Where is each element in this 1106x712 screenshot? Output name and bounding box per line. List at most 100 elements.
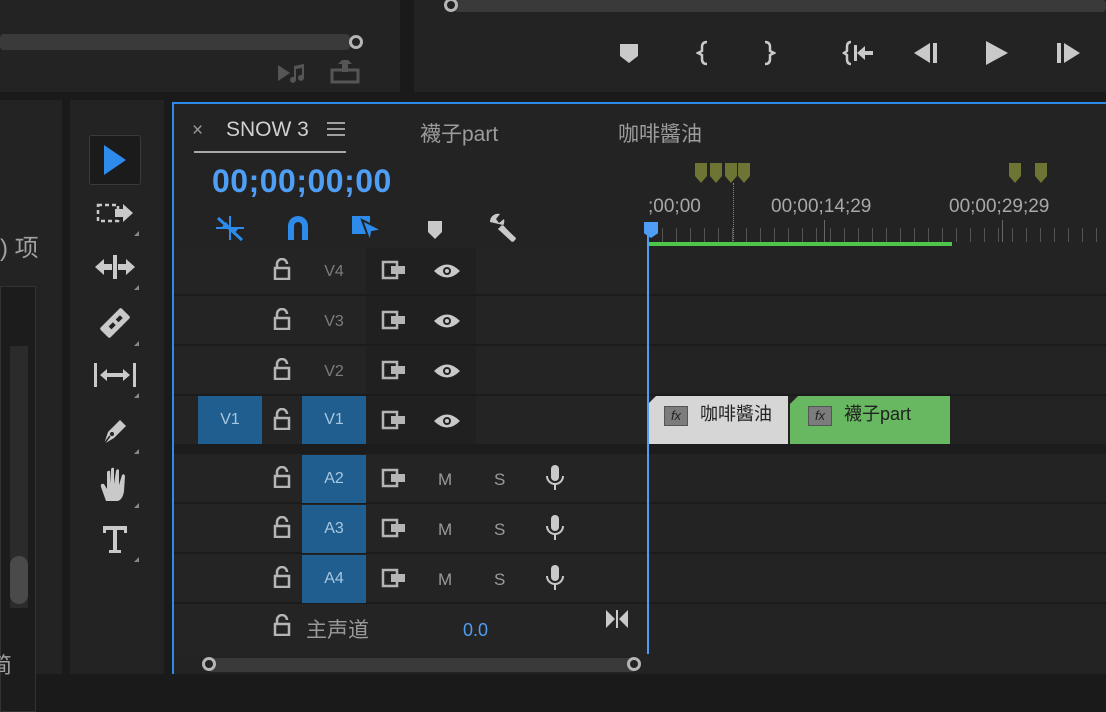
tab-coffee-soy[interactable]: 咖啡醬油 [618,118,702,148]
solo-button[interactable]: S [494,570,505,590]
lock-icon[interactable] [272,465,292,493]
slip-tool[interactable] [89,350,141,400]
close-tab-button[interactable]: × [192,120,203,142]
bottom-fragment: 简 [0,653,13,678]
insert-icon[interactable] [276,62,308,84]
clip-edge-mark [790,396,798,404]
lock-icon[interactable] [272,407,292,435]
lock-icon[interactable] [272,613,292,641]
lock-icon[interactable] [272,307,292,335]
selection-icon [104,145,126,175]
mute-button[interactable]: M [438,470,452,490]
eye-icon[interactable] [433,312,461,335]
source-scroll-handle[interactable] [349,35,363,49]
track-select-tool[interactable] [89,188,141,238]
snap-icon[interactable] [284,214,312,242]
track-target-a3[interactable]: A3 [302,505,366,553]
sync-lock-icon[interactable] [381,410,407,435]
mark-out-icon[interactable] [760,40,776,66]
fx-badge: fx [808,406,832,426]
type-tool[interactable] [89,514,141,564]
ripple-edit-tool[interactable] [89,242,141,292]
timeline-zoom-end-handle[interactable] [627,657,641,671]
sync-lock-icon[interactable] [381,260,407,285]
marker-guide [733,183,734,243]
clip-edge-mark [648,396,656,404]
step-forward-icon[interactable] [1054,42,1082,64]
type-icon [103,526,127,553]
ruler-major-tick [824,220,825,242]
razor-icon [100,308,130,338]
track-target-v2[interactable]: V2 [302,348,366,396]
linked-selection-icon[interactable] [350,212,384,244]
overwrite-icon[interactable] [330,60,362,84]
ruler-label-2: 00;00;29;29 [949,196,1050,217]
clip-label: 咖啡醬油 [700,404,772,424]
go-to-in-icon[interactable] [842,40,874,66]
tab-socks-part[interactable]: 襪子part [420,118,498,148]
track-target-v4[interactable]: V4 [302,248,366,296]
sync-lock-icon[interactable] [381,568,407,593]
source-scroll-track[interactable] [0,34,350,50]
work-area-bar[interactable] [648,242,952,246]
eye-icon[interactable] [433,412,461,435]
mute-button[interactable]: M [438,520,452,540]
razor-tool[interactable] [89,298,141,348]
pen-tool[interactable] [89,406,141,456]
project-panel: ) 项 简 [0,100,62,712]
nest-sequence-icon[interactable] [214,214,246,242]
playhead-line[interactable] [647,230,649,654]
video-audio-divider[interactable] [174,444,1106,454]
slip-icon [94,363,136,387]
clip-socks-part[interactable]: fx 襪子part [790,396,950,444]
lock-icon[interactable] [272,565,292,593]
solo-button[interactable]: S [494,520,505,540]
sync-lock-icon[interactable] [381,468,407,493]
ruler-major-tick [1002,220,1003,242]
clip-label: 襪子part [844,404,912,424]
sync-lock-icon[interactable] [381,360,407,385]
tab-snow-3[interactable]: SNOW 3 [226,118,309,142]
clip-coffee-soy[interactable]: fx 咖啡醬油 [648,396,788,444]
time-ruler[interactable] [648,228,1106,242]
hand-tool[interactable] [89,460,141,510]
microphone-icon[interactable] [545,514,565,547]
sync-lock-icon[interactable] [381,518,407,543]
eye-icon[interactable] [433,362,461,385]
wrench-icon[interactable] [486,212,518,244]
sync-lock-icon[interactable] [381,310,407,335]
lock-icon[interactable] [272,357,292,385]
add-marker-icon[interactable] [618,42,640,64]
microphone-icon[interactable] [545,564,565,597]
track-select-icon [96,203,133,223]
fx-badge: fx [664,406,688,426]
play-icon[interactable] [984,40,1010,66]
lock-icon[interactable] [272,515,292,543]
timeline-zoom-start-handle[interactable] [202,657,216,671]
track-target-v1[interactable]: V1 [302,396,366,444]
ruler-label-0: ;00;00 [648,196,701,217]
track-target-a4[interactable]: A4 [302,555,366,603]
playhead-timecode[interactable]: 00;00;00;00 [212,163,392,200]
add-marker-timeline-icon[interactable] [427,220,443,240]
tab-menu-icon[interactable] [327,122,345,136]
project-list-scroll-thumb[interactable] [10,556,28,604]
step-back-icon[interactable] [912,42,940,64]
microphone-icon[interactable] [545,464,565,497]
lock-icon[interactable] [272,257,292,285]
mute-button[interactable]: M [438,570,452,590]
program-scroll-track[interactable] [454,0,1106,12]
track-target-v3[interactable]: V3 [302,298,366,346]
eye-icon[interactable] [433,262,461,285]
solo-button[interactable]: S [494,470,505,490]
master-volume-value[interactable]: 0.0 [463,620,488,641]
source-patch-v1[interactable]: V1 [198,396,262,444]
selection-tool[interactable] [89,135,141,185]
timeline-zoom-track[interactable] [208,658,636,672]
ripple-edit-icon [95,255,135,279]
item-count-label: ) 项 [0,235,39,262]
zoom-fit-icon[interactable] [604,608,630,630]
mark-in-icon[interactable] [696,40,712,66]
track-target-a2[interactable]: A2 [302,455,366,503]
hand-icon [100,467,125,501]
